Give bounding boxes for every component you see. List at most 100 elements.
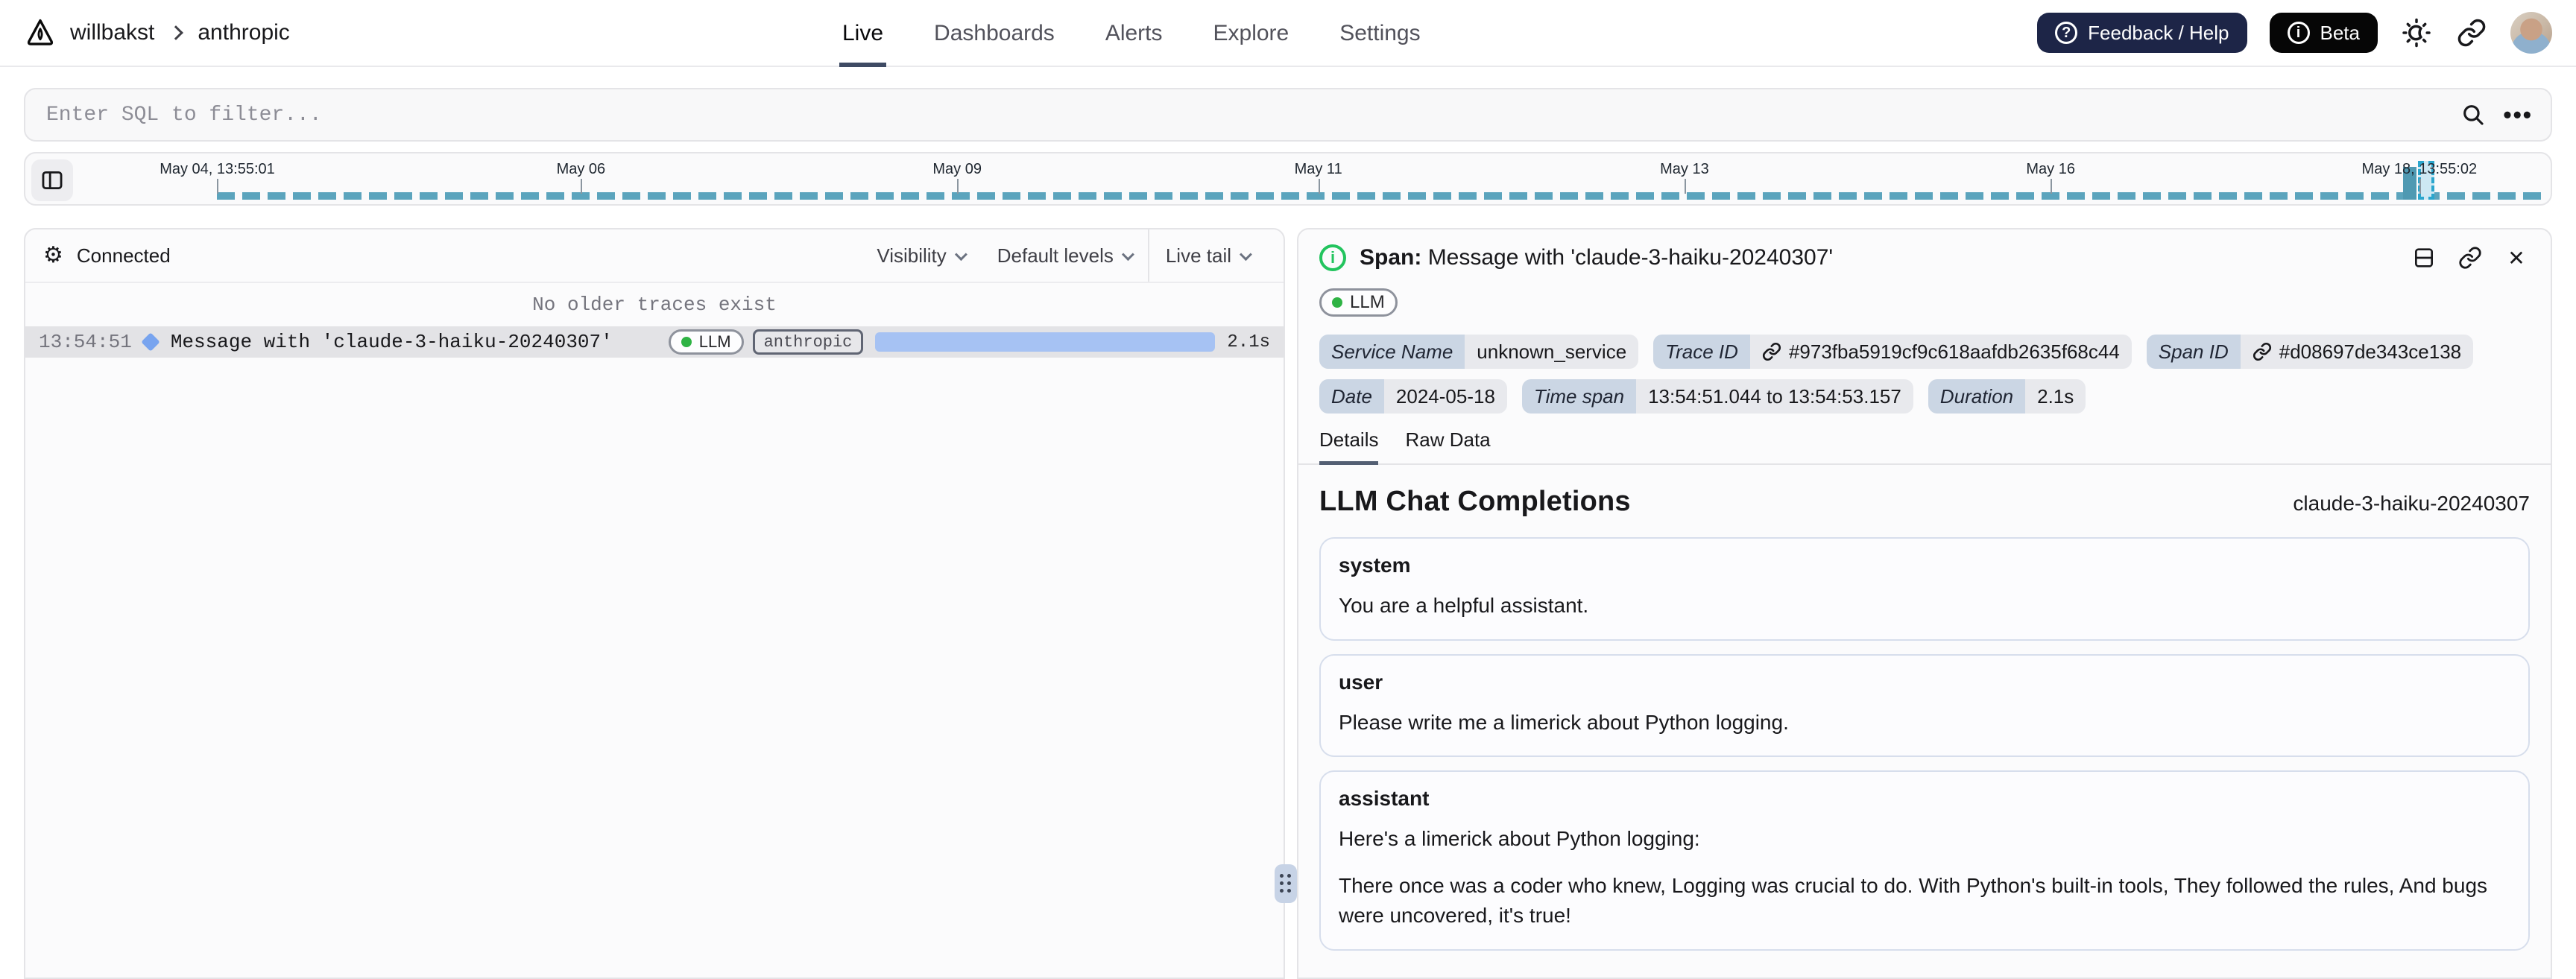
message-card-assistant: assistant Here's a limerick about Python…: [1319, 770, 2530, 951]
default-levels-dropdown[interactable]: Default levels: [981, 229, 1148, 282]
share-link-icon[interactable]: [2455, 16, 2488, 49]
green-dot-icon: [1332, 297, 1342, 308]
span-detail-panel: i Span: Message with 'claude-3-haiku-202…: [1297, 228, 2552, 979]
llm-tag: LLM: [668, 329, 744, 355]
split-view-icon[interactable]: [2411, 244, 2437, 271]
span-diamond-icon: [141, 332, 160, 352]
nav-tabs: Live Dashboards Alerts Explore Settings: [839, 0, 1421, 67]
chat-messages: system You are a helpful assistant. user…: [1298, 518, 2551, 972]
section-header: LLM Chat Completions claude-3-haiku-2024…: [1298, 465, 2551, 518]
attr-value: 2.1s: [2025, 379, 2086, 414]
info-icon: i: [2287, 22, 2310, 44]
attr-label: Date: [1319, 379, 1384, 414]
span-info-icon: i: [1319, 244, 1346, 271]
message-body: You are a helpful assistant.: [1339, 594, 1589, 617]
attr-value-link[interactable]: #973fba5919cf9c618aafdb2635f68c44: [1749, 335, 2132, 369]
feedback-help-label: Feedback / Help: [2088, 21, 2229, 44]
trace-list-panel: ⚙ Connected Visibility Default levels Li…: [24, 228, 1285, 979]
section-title: LLM Chat Completions: [1319, 486, 1631, 517]
scope-tag: anthropic: [752, 329, 864, 355]
logfire-logo-icon[interactable]: [24, 16, 57, 49]
gear-icon[interactable]: ⚙: [43, 244, 63, 267]
timeline-tick-line: [2419, 179, 2421, 194]
beta-button[interactable]: i Beta: [2269, 13, 2378, 53]
tab-dashboards[interactable]: Dashboards: [934, 0, 1055, 67]
sql-filter-bar: •••: [24, 88, 2552, 142]
attr-span-id: Span ID #d08697de343ce138: [2146, 335, 2474, 369]
sidebar-toggle-button[interactable]: [31, 159, 73, 201]
visibility-dropdown[interactable]: Visibility: [860, 229, 980, 282]
tab-explore[interactable]: Explore: [1213, 0, 1289, 67]
attr-label: Service Name: [1319, 335, 1465, 369]
no-older-traces-message: No older traces exist: [532, 294, 777, 316]
trace-list-header: ⚙ Connected Visibility Default levels Li…: [25, 229, 1284, 283]
message-role: user: [1339, 670, 1383, 694]
trace-list-controls: Visibility Default levels Live tail: [860, 229, 1266, 282]
attr-label: Trace ID: [1653, 335, 1750, 369]
llm-tag-label: LLM: [1350, 292, 1385, 312]
message-card-system: system You are a helpful assistant.: [1319, 537, 2530, 641]
attr-date: Date 2024-05-18: [1319, 379, 1507, 414]
copy-link-icon[interactable]: [2457, 244, 2484, 271]
timeline-tick-label: May 13: [1660, 161, 1709, 177]
search-icon[interactable]: [2458, 100, 2488, 130]
timeline-tick-label: May 16: [2026, 161, 2075, 177]
question-icon: ?: [2055, 22, 2078, 44]
timeline-tick-line: [581, 179, 583, 194]
span-detail-tabs: Details Raw Data: [1298, 414, 2551, 465]
connection-status: Connected: [76, 244, 171, 267]
duration-bar: [875, 332, 1216, 352]
model-name: claude-3-haiku-20240307: [2293, 492, 2530, 515]
live-tail-label: Live tail: [1165, 244, 1231, 267]
message-card-user: user Please write me a limerick about Py…: [1319, 653, 2530, 758]
attr-value: unknown_service: [1465, 335, 1639, 369]
tab-alerts[interactable]: Alerts: [1105, 0, 1163, 67]
chevron-right-icon: [168, 25, 184, 40]
timeline-tick-label: May 18, 13:55:02: [2361, 161, 2478, 177]
user-avatar[interactable]: [2510, 12, 2552, 54]
panel-resize-handle[interactable]: [1275, 864, 1297, 903]
chevron-down-icon: [954, 248, 967, 262]
link-icon: [2253, 342, 2271, 361]
default-levels-label: Default levels: [997, 244, 1114, 267]
timeline-tick-label: May 04, 13:55:01: [160, 161, 275, 177]
attr-label: Time span: [1521, 379, 1637, 414]
timeline-tick-line: [1318, 179, 1320, 194]
attribute-row: Service Name unknown_service Trace ID #9…: [1319, 335, 2530, 369]
trace-row[interactable]: 13:54:51 Message with 'claude-3-haiku-20…: [25, 326, 1284, 358]
span-title-label: Span:: [1360, 245, 1422, 270]
timeline-tick-label: May 06: [556, 161, 606, 177]
breadcrumb-org[interactable]: willbakst: [70, 20, 154, 45]
span-header: i Span: Message with 'claude-3-haiku-202…: [1298, 229, 2551, 283]
link-icon: [1762, 342, 1781, 361]
sql-filter-input[interactable]: [43, 101, 2444, 128]
timeline-tick-line: [957, 179, 959, 194]
attr-value: 13:54:51.044 to 13:54:53.157: [1636, 379, 1913, 414]
span-tags: LLM: [1298, 283, 2551, 317]
timeline-track[interactable]: May 04, 13:55:01 May 06 May 09 May 11 May 13…: [25, 153, 2551, 204]
trace-title: Message with 'claude-3-haiku-20240307': [170, 331, 613, 353]
breadcrumb-project[interactable]: anthropic: [198, 20, 289, 45]
tab-details[interactable]: Details: [1319, 428, 1378, 464]
message-role: system: [1339, 554, 1411, 577]
chevron-down-icon: [1121, 248, 1134, 262]
timeline-tick-label: May 09: [932, 161, 982, 177]
span-header-actions: ✕: [2411, 244, 2530, 271]
tab-raw-data[interactable]: Raw Data: [1405, 428, 1490, 463]
live-tail-dropdown[interactable]: Live tail: [1149, 229, 1266, 282]
nav-actions: ? Feedback / Help i Beta: [2037, 12, 2552, 54]
more-options-icon[interactable]: •••: [2503, 103, 2533, 127]
tab-live[interactable]: Live: [839, 0, 886, 67]
theme-toggle-icon[interactable]: [2400, 16, 2433, 49]
tab-settings[interactable]: Settings: [1339, 0, 1420, 67]
attribute-row: Date 2024-05-18 Time span 13:54:51.044 t…: [1319, 379, 2530, 414]
attr-service-name: Service Name unknown_service: [1319, 335, 1639, 369]
close-icon[interactable]: ✕: [2503, 244, 2530, 271]
green-dot-icon: [681, 337, 692, 347]
span-attributes: Service Name unknown_service Trace ID #9…: [1298, 317, 2551, 414]
message-body: Here's a limerick about Python logging: T…: [1339, 827, 2488, 928]
logfire-app: willbakst anthropic Live Dashboards Aler…: [0, 0, 2576, 979]
span-id-value: #d08697de343ce138: [2279, 340, 2462, 363]
feedback-help-button[interactable]: ? Feedback / Help: [2037, 13, 2247, 53]
attr-value-link[interactable]: #d08697de343ce138: [2240, 335, 2474, 369]
